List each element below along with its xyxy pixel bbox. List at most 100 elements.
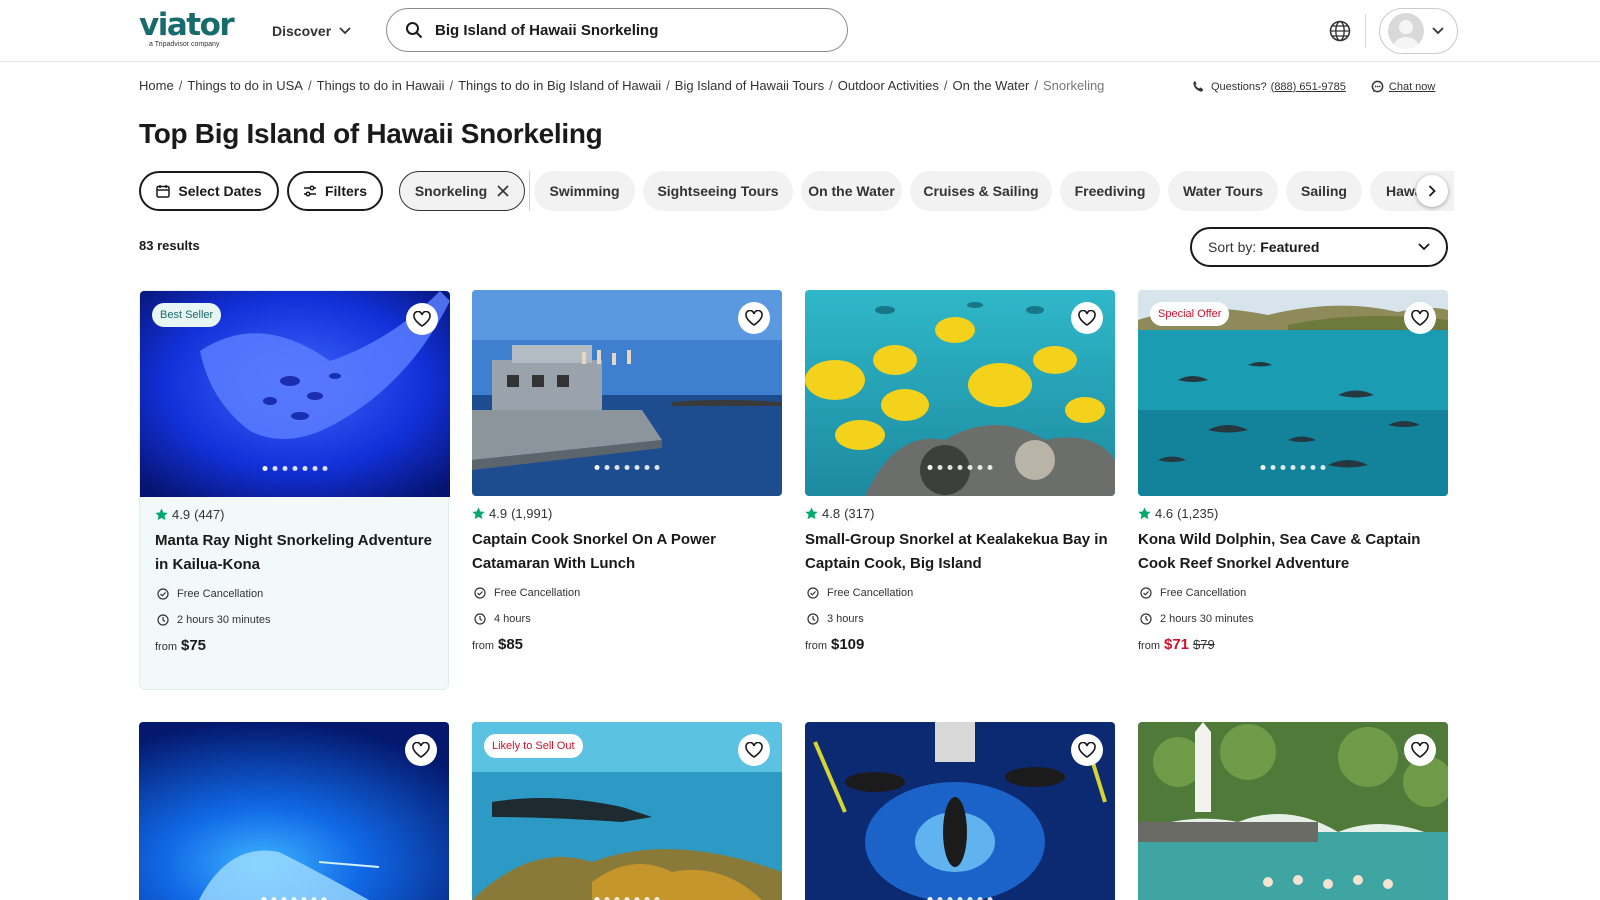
breadcrumb-big-island[interactable]: Things to do in Big Island of Hawaii [458,78,661,93]
phone-link[interactable]: (888) 651-9785 [1271,81,1346,93]
calendar-icon [156,185,171,198]
product-title[interactable]: Captain Cook Snorkel On A Power Catamara… [472,528,782,576]
price-amount: $85 [498,636,524,653]
chip-freediving[interactable]: Freediving [1060,171,1160,211]
sort-dropdown[interactable]: Sort by: Featured [1190,227,1448,267]
header-divider [1365,14,1366,48]
product-image[interactable]: Likely to Sell Out [472,722,782,900]
wishlist-button[interactable] [738,302,770,334]
breadcrumb-tours[interactable]: Big Island of Hawaii Tours [675,78,824,93]
breadcrumb-separator: / [829,78,833,93]
duration: 3 hours [805,610,1115,628]
search-input[interactable] [435,21,815,39]
wishlist-button[interactable] [405,734,437,766]
chat-icon [1371,80,1384,93]
wishlist-button[interactable] [738,734,770,766]
close-icon[interactable] [497,185,509,197]
phone-icon [1193,80,1204,92]
image-carousel-dots[interactable] [262,466,328,471]
wishlist-button[interactable] [1071,734,1103,766]
product-card[interactable] [139,722,449,900]
cancellation-label: Free Cancellation [827,587,914,599]
heart-icon [745,742,763,758]
wishlist-button[interactable] [406,303,438,335]
wishlist-button[interactable] [1404,302,1436,334]
star-icon [1138,506,1151,519]
user-icon [1392,20,1420,49]
rating: 4.9 (1,991) [472,504,782,522]
account-menu[interactable] [1379,8,1458,54]
chip-sailing[interactable]: Sailing [1286,171,1362,211]
chip-swimming[interactable]: Swimming [534,171,635,211]
page-title: Top Big Island of Hawaii Snorkeling [139,118,603,149]
clock-icon [157,614,169,626]
product-image[interactable] [805,290,1115,496]
star-icon [472,506,485,519]
product-image[interactable] [139,722,449,900]
chip-cruises-sailing[interactable]: Cruises & Sailing [910,171,1052,211]
chip-label: Swimming [549,183,620,199]
product-image[interactable] [805,722,1115,900]
heart-icon [412,742,430,758]
image-carousel-dots[interactable] [927,465,993,470]
product-title[interactable]: Small-Group Snorkel at Kealakekua Bay in… [805,528,1115,576]
select-dates-button[interactable]: Select Dates [139,171,279,211]
chip-snorkeling-active[interactable]: Snorkeling [399,171,525,211]
product-card[interactable]: Best Seller 4.9 (447) Manta Ray Night Sn… [139,290,450,690]
breadcrumb-on-the-water[interactable]: On the Water [953,78,1030,93]
search-bar[interactable] [386,8,848,52]
wishlist-button[interactable] [1071,302,1103,334]
clock-icon [474,613,486,625]
chat-now-link[interactable]: Chat now [1371,80,1435,93]
breadcrumb-outdoor[interactable]: Outdoor Activities [838,78,939,93]
product-title[interactable]: Kona Wild Dolphin, Sea Cave & Captain Co… [1138,528,1448,576]
breadcrumb-home[interactable]: Home [139,78,174,93]
cancellation-label: Free Cancellation [494,587,581,599]
rating-value: 4.9 [172,506,191,522]
product-card[interactable]: 4.8 (317) Small-Group Snorkel at Kealake… [805,290,1115,653]
chevron-down-icon [1418,243,1430,251]
duration-label: 3 hours [827,613,864,625]
image-carousel-dots[interactable] [594,465,660,470]
breadcrumb-separator: / [449,78,454,93]
product-image[interactable]: Best Seller [140,291,450,497]
product-card[interactable]: Likely to Sell Out [472,722,782,900]
product-card[interactable]: Special Offer 4.6 (1,235) Kona Wild Dolp… [1138,290,1448,653]
product-card[interactable] [805,722,1115,900]
chip-water-tours[interactable]: Water Tours [1168,171,1278,211]
heart-icon [413,311,431,327]
chip-label: Water Tours [1182,183,1264,199]
discover-menu[interactable]: Discover [272,19,351,43]
duration-label: 2 hours 30 minutes [177,614,271,626]
sale-price: $71 [1164,636,1190,653]
check-circle-icon [474,587,486,599]
product-title[interactable]: Manta Ray Night Snorkeling Adventure in … [155,529,433,577]
globe-icon[interactable] [1328,19,1352,43]
filter-bar: Select Dates Filters Snorkeling Swimming… [139,171,1454,211]
breadcrumb-hawaii[interactable]: Things to do in Hawaii [317,78,445,93]
breadcrumb-separator: / [943,78,948,93]
chip-on-the-water[interactable]: On the Water [801,171,902,211]
check-circle-icon [157,588,169,600]
review-count: (1,991) [511,505,553,521]
product-image[interactable]: Special Offer [1138,290,1448,496]
chip-label: Freediving [1074,183,1146,199]
filters-button[interactable]: Filters [287,171,383,211]
product-card[interactable] [1138,722,1448,900]
avatar [1388,13,1424,49]
viator-logo[interactable]: viator a Tripadvisor company [139,10,243,50]
image-carousel-dots[interactable] [1260,465,1326,470]
duration: 4 hours [472,610,782,628]
breadcrumb-usa[interactable]: Things to do in USA [187,78,303,93]
scroll-next-button[interactable] [1416,175,1448,207]
from-label: from [1138,640,1160,652]
product-image[interactable] [472,290,782,496]
wishlist-button[interactable] [1404,734,1436,766]
rating-value: 4.6 [1155,505,1174,521]
product-image[interactable] [1138,722,1448,900]
contact-info: Questions? (888) 651-9785 Chat now [1192,80,1435,93]
duration-label: 2 hours 30 minutes [1160,613,1254,625]
product-card[interactable]: 4.9 (1,991) Captain Cook Snorkel On A Po… [472,290,782,653]
chip-sightseeing-tours[interactable]: Sightseeing Tours [643,171,793,211]
questions-label: Questions? [1211,80,1267,93]
